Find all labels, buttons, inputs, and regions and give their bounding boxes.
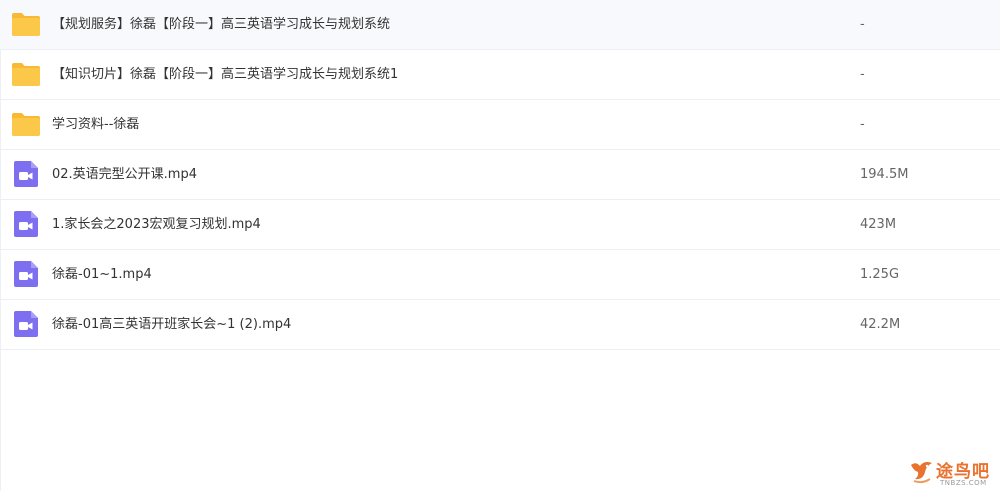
file-row-folder[interactable]: 学习资料--徐磊 - [0,100,1000,150]
folder-icon [11,59,41,89]
file-name: 【知识切片】徐磊【阶段一】高三英语学习成长与规划系统1 [52,67,399,82]
file-row-video[interactable]: 徐磊-01高三英语开班家长会~1 (2).mp4 42.2M [0,300,1000,350]
file-name: 1.家长会之2023宏观复习规划.mp4 [52,217,261,232]
file-name: 学习资料--徐磊 [52,117,140,132]
file-row-video[interactable]: 02.英语完型公开课.mp4 194.5M [0,150,1000,200]
file-size: 194.5M [860,167,909,182]
file-name: 徐磊-01~1.mp4 [52,267,152,282]
file-size: 423M [860,217,897,232]
file-name: 徐磊-01高三英语开班家长会~1 (2).mp4 [52,317,292,332]
file-size: 42.2M [860,317,901,332]
file-size: - [860,67,865,82]
video-file-icon [11,259,41,289]
file-row-video[interactable]: 1.家长会之2023宏观复习规划.mp4 423M [0,200,1000,250]
watermark-subtitle: TNBZS.COM [940,479,987,487]
bird-logo-icon [908,457,936,485]
file-row-folder[interactable]: 【知识切片】徐磊【阶段一】高三英语学习成长与规划系统1 - [0,50,1000,100]
file-size: - [860,17,865,32]
video-file-icon [11,209,41,239]
file-size: - [860,117,865,132]
file-list: 【规划服务】徐磊【阶段一】高三英语学习成长与规划系统 - 【知识切片】徐磊【阶段… [0,0,1000,350]
video-file-icon [11,159,41,189]
file-name: 【规划服务】徐磊【阶段一】高三英语学习成长与规划系统 [52,17,391,32]
file-size: 1.25G [860,267,900,282]
video-file-icon [11,309,41,339]
site-watermark: 途鸟吧 TNBZS.COM [906,455,996,489]
file-name: 02.英语完型公开课.mp4 [52,167,197,182]
folder-icon [11,9,41,39]
folder-icon [11,109,41,139]
file-row-video[interactable]: 徐磊-01~1.mp4 1.25G [0,250,1000,300]
file-row-folder[interactable]: 【规划服务】徐磊【阶段一】高三英语学习成长与规划系统 - [0,0,1000,50]
